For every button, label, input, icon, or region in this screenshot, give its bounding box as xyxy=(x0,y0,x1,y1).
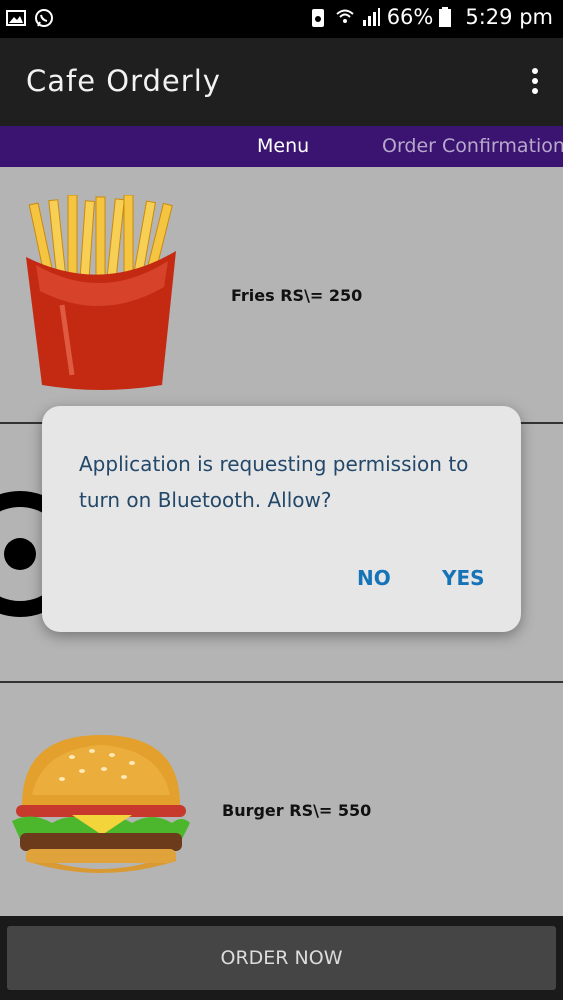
tab-bar: Menu Order Confirmation xyxy=(0,126,563,167)
item-label: Fries RS\= 250 xyxy=(231,286,363,305)
signal-icon xyxy=(361,7,381,27)
recycle-icon xyxy=(309,7,329,27)
tab-menu[interactable]: Menu xyxy=(257,135,309,157)
wifi-icon xyxy=(335,7,355,27)
dialog-message: Application is requesting permission to … xyxy=(79,452,469,512)
list-item-fries[interactable]: Fries RS\= 250 xyxy=(0,167,563,424)
battery-icon xyxy=(439,7,459,27)
app-bar: Cafe Orderly xyxy=(0,38,563,126)
tab-order-confirmation[interactable]: Order Confirmation xyxy=(382,135,563,157)
fries-image xyxy=(22,194,182,394)
whatsapp-icon xyxy=(34,8,54,28)
no-button[interactable]: NO xyxy=(357,566,391,590)
gallery-icon xyxy=(6,8,26,28)
clock: 5:29 pm xyxy=(465,5,553,29)
overflow-menu-icon[interactable] xyxy=(527,68,543,98)
order-now-button[interactable]: ORDER NOW xyxy=(7,926,556,990)
yes-button[interactable]: YES xyxy=(442,566,485,590)
app-title: Cafe Orderly xyxy=(26,64,221,98)
status-bar: 66% 5:29 pm xyxy=(0,0,563,38)
burger-image xyxy=(12,735,190,889)
bottom-bar: ORDER NOW xyxy=(0,916,563,1000)
item-label: Burger RS\= 550 xyxy=(222,801,372,820)
bluetooth-permission-dialog: Application is requesting permission to … xyxy=(42,406,521,632)
battery-percent: 66% xyxy=(386,5,434,29)
list-item-burger[interactable]: Burger RS\= 550 xyxy=(0,683,563,916)
